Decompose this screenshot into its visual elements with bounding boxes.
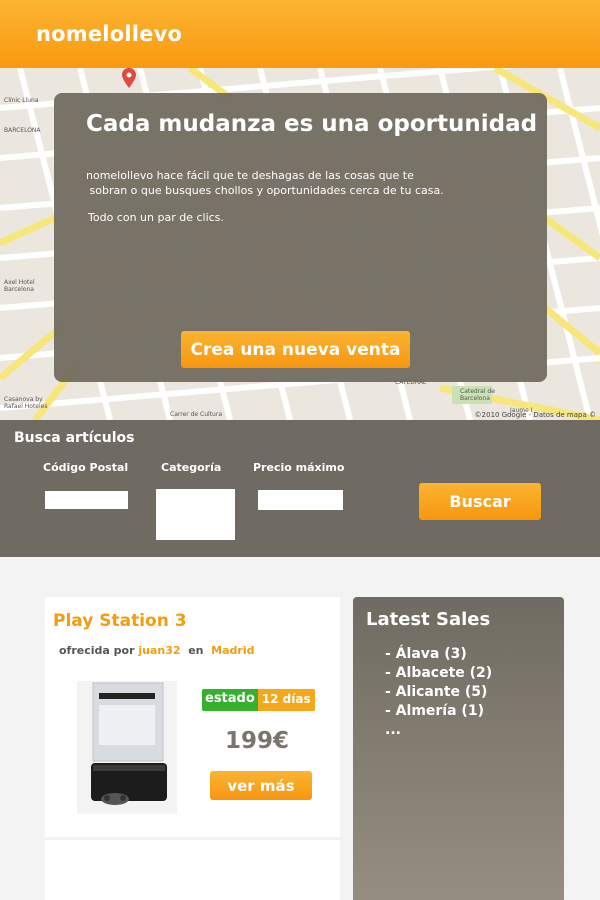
- category-label: Categoría: [161, 461, 222, 474]
- view-more-button[interactable]: ver más: [210, 771, 312, 800]
- hero-description-line1: nomelollevo hace fácil que te deshagas d…: [86, 169, 414, 182]
- hero-description: nomelollevo hace fácil que te deshagas d…: [86, 169, 506, 198]
- create-sale-button[interactable]: Crea una nueva venta: [181, 331, 410, 368]
- search-button[interactable]: Buscar: [419, 483, 541, 520]
- svg-text:Casanova by: Casanova by: [4, 396, 43, 403]
- listing-card: Play Station 3 ofrecida por juan32 en Ma…: [45, 597, 340, 837]
- search-panel: Busca artículos Código Postal Categoría …: [0, 420, 600, 557]
- svg-text:Axel Hotel: Axel Hotel: [4, 279, 35, 286]
- hero-title: Cada mudanza es una oportunidad: [86, 111, 538, 137]
- city-link[interactable]: Madrid: [211, 644, 254, 657]
- svg-text:Barcelona: Barcelona: [460, 395, 490, 402]
- max-price-label: Precio máximo: [253, 461, 345, 474]
- latest-sales-more[interactable]: ...: [385, 721, 492, 740]
- seller-link[interactable]: juan32: [138, 644, 180, 657]
- latest-sales-title: Latest Sales: [366, 609, 491, 630]
- latest-sales-item[interactable]: - Almería (1): [385, 702, 492, 721]
- condition-label: estado: [202, 689, 258, 711]
- listing-card-next: [45, 840, 340, 900]
- listing-title[interactable]: Play Station 3: [53, 611, 187, 631]
- condition-badge: estado 12 días: [202, 689, 315, 711]
- latest-sales-item[interactable]: - Albacete (2): [385, 664, 492, 683]
- latest-sales-item[interactable]: - Alicante (5): [385, 683, 492, 702]
- category-select[interactable]: [156, 489, 235, 540]
- site-header: nomelollevo: [0, 0, 600, 68]
- svg-text:BARCELONA: BARCELONA: [4, 127, 41, 134]
- listing-meta: ofrecida por juan32 en Madrid: [59, 644, 254, 657]
- listing-price: 199€: [225, 728, 290, 754]
- search-title: Busca artículos: [14, 430, 135, 446]
- offered-by-text: ofrecida por: [59, 644, 135, 657]
- max-price-input[interactable]: [258, 490, 343, 510]
- svg-text:Catedral de: Catedral de: [460, 388, 495, 395]
- svg-text:Barcelona: Barcelona: [4, 286, 34, 293]
- site-logo[interactable]: nomelollevo: [36, 22, 182, 46]
- svg-text:Rafael Hoteles: Rafael Hoteles: [4, 403, 47, 410]
- postal-code-input[interactable]: [45, 491, 128, 509]
- svg-text:Carrer de Cultura: Carrer de Cultura: [170, 411, 222, 418]
- hero-description-line2: sobran o que busques chollos y oportunid…: [86, 183, 444, 197]
- hero-panel: Cada mudanza es una oportunidad nomeloll…: [54, 93, 547, 382]
- svg-text:Clínic Lluna: Clínic Lluna: [4, 97, 39, 104]
- condition-age: 12 días: [257, 689, 315, 711]
- in-text: en: [188, 644, 204, 657]
- map-copyright: ©2010 Google - Datos de mapa ©: [474, 411, 596, 419]
- latest-sales-list: - Álava (3) - Albacete (2) - Alicante (5…: [385, 645, 492, 740]
- latest-sales-item[interactable]: - Álava (3): [385, 645, 492, 664]
- postal-code-label: Código Postal: [43, 461, 129, 474]
- latest-sales-panel: Latest Sales - Álava (3) - Albacete (2) …: [353, 597, 564, 900]
- product-image[interactable]: [77, 681, 177, 814]
- hero-tagline: Todo con un par de clics.: [88, 211, 224, 224]
